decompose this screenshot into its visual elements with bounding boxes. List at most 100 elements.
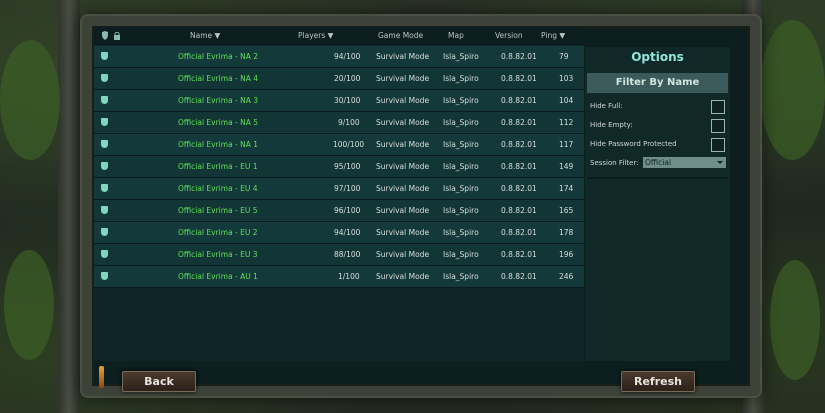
shield-icon [101,250,108,258]
server-version: 0.8.82.01 [501,184,537,193]
table-row[interactable]: Official Evrima - NA 3 30/100 Survival M… [94,90,584,112]
server-mode: Survival Mode [376,140,430,149]
table-row[interactable]: Official Evrima - EU 1 95/100 Survival M… [94,156,584,178]
table-row[interactable]: Official Evrima - AU 1 1/100 Survival Mo… [94,266,584,288]
session-filter-value: Official [645,158,672,167]
column-header-ping[interactable]: Ping ▼ [541,31,565,40]
server-name: Official Evrima - NA 2 [178,52,259,61]
hide-empty-checkbox[interactable] [711,119,725,133]
server-map: Isla_Spiro [443,206,479,215]
column-header-players[interactable]: Players ▼ [298,31,333,40]
table-row[interactable]: Official Evrima - EU 5 96/100 Survival M… [94,200,584,222]
hide-password-label: Hide Password Protected [590,140,677,148]
server-version: 0.8.82.01 [501,74,537,83]
server-version: 0.8.82.01 [501,140,537,149]
server-name: Official Evrima - EU 2 [178,228,258,237]
server-version: 0.8.82.01 [501,272,537,281]
shield-icon [101,184,108,192]
server-mode: Survival Mode [376,52,430,61]
server-version: 0.8.82.01 [501,162,537,171]
server-version: 0.8.82.01 [501,96,537,105]
table-row[interactable]: Official Evrima - NA 5 9/100 Survival Mo… [94,112,584,134]
session-filter-dropdown[interactable]: Official [643,157,726,168]
server-players: 9/100 [338,118,360,127]
hide-password-checkbox[interactable] [711,138,725,152]
server-mode: Survival Mode [376,96,430,105]
server-players: 30/100 [334,96,361,105]
server-list: Name ▼ Players ▼ Game Mode Map Version P… [94,27,584,361]
server-name: Official Evrima - AU 1 [178,272,258,281]
server-ping: 104 [559,96,574,105]
server-name: Official Evrima - EU 4 [178,184,258,193]
server-map: Isla_Spiro [443,96,479,105]
server-players: 20/100 [334,74,361,83]
server-mode: Survival Mode [376,74,430,83]
stone-pillar-left [58,0,80,413]
lock-icon[interactable] [113,31,121,42]
column-header-game-mode[interactable]: Game Mode [378,31,423,40]
server-players: 95/100 [334,162,361,171]
server-name: Official Evrima - NA 3 [178,96,259,105]
server-map: Isla_Spiro [443,184,479,193]
shield-icon [101,228,108,236]
shield-icon [101,52,108,60]
server-list-header: Name ▼ Players ▼ Game Mode Map Version P… [94,27,584,45]
vine-decoration [4,250,54,360]
server-map: Isla_Spiro [443,272,479,281]
server-map: Isla_Spiro [443,140,479,149]
server-name: Official Evrima - NA 4 [178,74,259,83]
session-filter-label: Session Filter: [590,159,639,167]
server-ping: 149 [559,162,574,171]
options-panel: Options Filter By Name Hide Full: Hide E… [585,47,730,361]
server-ping: 117 [559,140,574,149]
back-button[interactable]: Back [122,371,196,392]
column-header-name[interactable]: Name ▼ [190,31,220,40]
server-ping: 196 [559,250,574,259]
server-players: 94/100 [334,52,361,61]
table-row[interactable]: Official Evrima - EU 2 94/100 Survival M… [94,222,584,244]
server-map: Isla_Spiro [443,250,479,259]
hide-full-label: Hide Full: [590,102,623,110]
server-version: 0.8.82.01 [501,52,537,61]
server-mode: Survival Mode [376,272,430,281]
server-ping: 246 [559,272,574,281]
server-mode: Survival Mode [376,118,430,127]
divider [587,177,728,179]
shield-icon[interactable] [101,31,109,42]
column-header-version[interactable]: Version [495,31,523,40]
server-name: Official Evrima - NA 5 [178,118,259,127]
server-version: 0.8.82.01 [501,206,537,215]
server-mode: Survival Mode [376,228,430,237]
table-row[interactable]: Official Evrima - EU 4 97/100 Survival M… [94,178,584,200]
table-row[interactable]: Official Evrima - NA 2 94/100 Survival M… [94,46,584,68]
server-players: 94/100 [334,228,361,237]
server-players: 97/100 [334,184,361,193]
shield-icon [101,140,108,148]
chevron-down-icon [717,161,723,164]
server-name: Official Evrima - EU 1 [178,162,258,171]
vine-decoration [0,40,60,160]
server-players: 88/100 [334,250,361,259]
column-header-map[interactable]: Map [448,31,464,40]
hide-empty-label: Hide Empty: [590,121,633,129]
shield-icon [101,206,108,214]
server-map: Isla_Spiro [443,52,479,61]
server-map: Isla_Spiro [443,162,479,171]
server-version: 0.8.82.01 [501,250,537,259]
hide-full-checkbox[interactable] [711,100,725,114]
shield-icon [101,96,108,104]
table-row[interactable]: Official Evrima - EU 3 88/100 Survival M… [94,244,584,266]
server-ping: 112 [559,118,574,127]
refresh-button[interactable]: Refresh [621,371,695,392]
server-mode: Survival Mode [376,250,430,259]
shield-icon [101,272,108,280]
server-version: 0.8.82.01 [501,118,537,127]
server-version: 0.8.82.01 [501,228,537,237]
server-name: Official Evrima - EU 3 [178,250,258,259]
shield-icon [101,74,108,82]
table-row[interactable]: Official Evrima - NA 4 20/100 Survival M… [94,68,584,90]
server-ping: 103 [559,74,574,83]
filter-by-name-input[interactable]: Filter By Name [587,73,728,93]
table-row[interactable]: Official Evrima - NA 1 100/100 Survival … [94,134,584,156]
server-players: 100/100 [333,140,365,149]
